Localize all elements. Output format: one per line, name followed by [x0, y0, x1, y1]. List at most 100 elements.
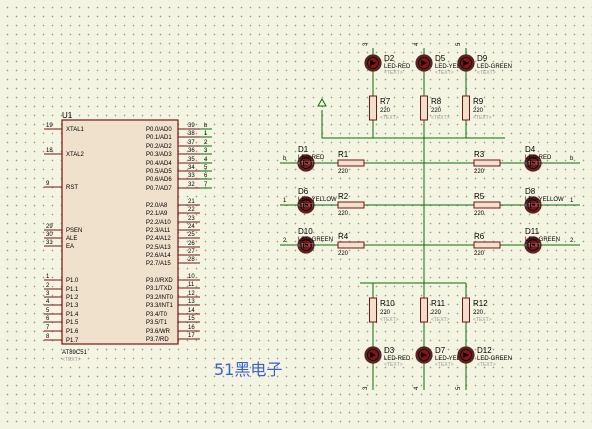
mcu-pin-label: P3.2/INT0	[146, 295, 174, 301]
net-label: 7	[204, 182, 208, 188]
mcu-pin-number: 13	[188, 299, 195, 305]
mcu-pin-number: 39	[188, 123, 195, 129]
resistor-value: 220	[474, 251, 485, 257]
mcu-pin-label: P2.6/A14	[146, 253, 171, 259]
mcu-pin-label: PSEN	[66, 228, 82, 234]
mcu-part: AT89C51	[62, 350, 88, 356]
led-ref: D3	[384, 346, 395, 355]
mcu-pin-number: 12	[188, 291, 195, 297]
mcu-ref: U1	[62, 111, 73, 120]
net-label: b	[570, 156, 574, 162]
led-text: <TEXT>	[298, 243, 317, 249]
mcu-pin-label: P0.2/AD2	[146, 144, 172, 150]
mcu-pin-number: 5	[46, 308, 50, 314]
mcu-pin-label: P0.1/AD1	[146, 135, 172, 141]
resistor-body	[369, 297, 377, 323]
mcu-pin-number: 18	[46, 148, 53, 154]
resistor-body	[369, 95, 377, 121]
mcu-pin-number: 16	[188, 325, 195, 331]
resistor-value: 220	[338, 169, 349, 175]
led-text: <TEXT>	[477, 70, 496, 76]
mcu-pin-number: 4	[46, 299, 50, 305]
mcu-pin-number: 28	[188, 257, 195, 263]
mcu-pin-label: P3.1/TXD	[146, 286, 173, 292]
led-text: <TEXT>	[477, 362, 496, 368]
mcu-pin-label: P1.3	[66, 303, 79, 309]
net-label: 4	[204, 157, 208, 163]
resistor-body	[337, 201, 365, 209]
mcu-pin-number: 25	[188, 232, 195, 238]
led-ref: D11	[525, 227, 540, 236]
mcu-pin-label: P1.5	[66, 320, 79, 326]
mcu-pin-number: 6	[46, 316, 50, 322]
mcu-pin-number: 37	[188, 140, 195, 146]
resistor-value: 220	[380, 310, 391, 316]
schematic-canvas: U1AT89C51<TEXT>19XTAL118XTAL29RST29PSEN3…	[44, 42, 580, 390]
net-label: 2	[570, 238, 574, 244]
mcu-pin-number: 3	[46, 291, 50, 297]
mcu-pin-label: P3.4/T0	[146, 312, 168, 318]
resistor-value: 220	[473, 108, 484, 114]
mcu-pin-number: 8	[46, 334, 50, 340]
mcu-pin-label: P2.1/A9	[146, 211, 168, 217]
resistor-body	[462, 95, 470, 121]
mcu-pin-label: P2.2/A10	[146, 220, 171, 226]
mcu-pin-number: 23	[188, 216, 195, 222]
mcu-pin-number: 17	[188, 333, 195, 339]
led-ref: D4	[525, 145, 536, 154]
mcu-pin-number: 2	[46, 283, 50, 289]
led-text: <TEXT>	[384, 362, 403, 368]
resistor-value: 220	[380, 108, 391, 114]
resistor-body	[420, 297, 428, 323]
resistor-ref: R4	[338, 232, 349, 241]
mcu-pin-label: P0.5/AD5	[146, 169, 172, 175]
resistor-ref: R3	[474, 150, 485, 159]
mcu-pin-label: EA	[66, 244, 74, 250]
resistor-text: <TEXT>	[431, 317, 450, 323]
mcu-pin-number: 1	[46, 274, 50, 280]
led-text: <TEXT>	[525, 203, 544, 209]
resistor-value: 220	[338, 251, 349, 257]
mcu-pin-number: 22	[188, 207, 195, 213]
resistor-ref: R6	[474, 232, 485, 241]
mcu-pin-number: 10	[188, 274, 195, 280]
led-ref: D7	[435, 346, 446, 355]
mcu-pin-number: 29	[46, 224, 53, 230]
led-text: <TEXT>	[384, 70, 403, 76]
resistor-value: 220	[431, 108, 442, 114]
mcu-pin-number: 26	[188, 241, 195, 247]
resistor-body	[473, 201, 501, 209]
resistor-text: <TEXT>	[431, 115, 450, 121]
resistor-ref: R9	[473, 97, 484, 106]
net-label: b	[283, 156, 287, 162]
mcu-pin-label: XTAL1	[66, 127, 85, 133]
resistor-body	[420, 95, 428, 121]
net-label: 2	[204, 140, 208, 146]
led-text: <TEXT>	[525, 243, 544, 249]
led-text: <TEXT>	[435, 70, 454, 76]
mcu-pin-label: P3.5/T1	[146, 320, 168, 326]
mcu-pin-label: P2.7/A15	[146, 261, 171, 267]
mcu-pin-label: P0.7/AD7	[146, 186, 172, 192]
mcu-pin-label: ALE	[66, 236, 77, 242]
led-ref: D12	[477, 346, 492, 355]
mcu-pin-number: 30	[46, 232, 53, 238]
net-label: 6	[204, 173, 208, 179]
mcu-pin-number: 24	[188, 224, 195, 230]
resistor-text: <TEXT>	[473, 115, 492, 121]
mcu-pin-label: P2.5/A13	[146, 245, 171, 251]
led-ref: D5	[435, 54, 446, 63]
mcu-pin-label: P1.0	[66, 278, 79, 284]
resistor-body	[337, 159, 365, 167]
resistor-text: <TEXT>	[380, 317, 399, 323]
mcu-pin-number: 31	[46, 240, 53, 246]
led-ref: D10	[298, 227, 313, 236]
resistor-ref: R8	[431, 97, 442, 106]
led-ref: D6	[298, 187, 309, 196]
net-label: 4	[414, 42, 420, 46]
mcu-pin-number: 35	[188, 157, 195, 163]
led-text: <TEXT>	[525, 161, 544, 167]
net-label: 1	[204, 131, 208, 137]
net-label: 4	[414, 386, 420, 390]
resistor-ref: R11	[431, 299, 446, 308]
